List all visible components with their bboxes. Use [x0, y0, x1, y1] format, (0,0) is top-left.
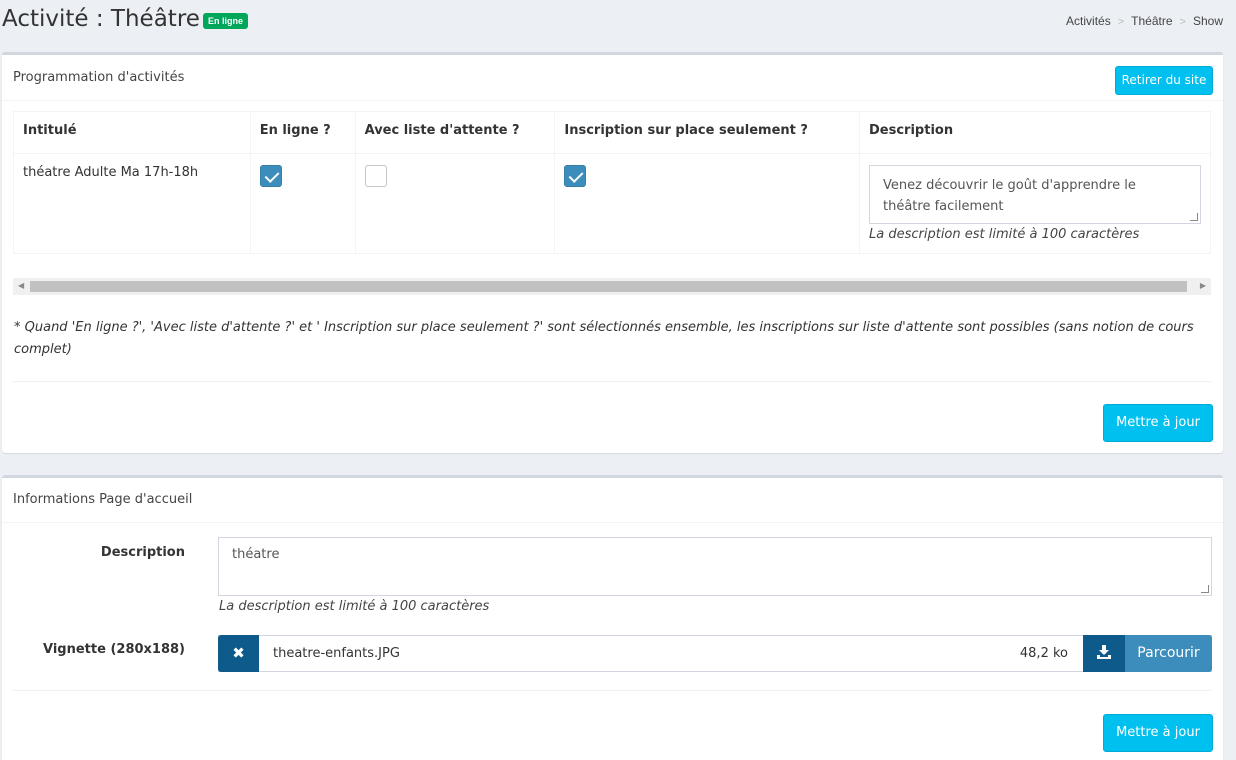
resize-handle-icon[interactable]	[1190, 213, 1198, 221]
resize-handle-icon[interactable]	[1201, 585, 1209, 593]
mettre-a-jour-accueil-button[interactable]: Mettre à jour	[1103, 714, 1213, 752]
retirer-du-site-button[interactable]: Retirer du site	[1115, 66, 1213, 95]
table-row: théatre Adulte Ma 17h-18h Venez découvri…	[13, 153, 1211, 254]
breadcrumb-theatre[interactable]: Théâtre	[1131, 14, 1172, 28]
scrollbar-thumb[interactable]	[30, 281, 1187, 292]
cell-sur-place	[554, 153, 860, 254]
vignette-label: Vignette (280x188)	[43, 642, 185, 657]
column-header-en-ligne: En ligne ?	[249, 111, 356, 154]
file-name: theatre-enfants.JPG	[273, 646, 400, 661]
parcourir-button[interactable]: Parcourir	[1125, 635, 1212, 672]
cell-en-ligne	[249, 153, 356, 254]
home-description-help: La description est limité à 100 caractèr…	[219, 599, 490, 614]
column-header-intitule: Intitulé	[13, 111, 251, 154]
cell-intitule: théatre Adulte Ma 17h-18h	[13, 153, 251, 254]
en-ligne-checkbox[interactable]	[259, 165, 282, 187]
breadcrumb-activites[interactable]: Activités	[1066, 14, 1111, 28]
file-input-group: ✖ theatre-enfants.JPG 48,2 ko Parcourir	[218, 635, 1212, 672]
form-divider	[13, 690, 1211, 691]
home-description-textarea[interactable]: théatre	[218, 537, 1212, 596]
box-header-divider	[2, 522, 1223, 523]
box-header-divider	[2, 100, 1223, 101]
sur-place-checkbox[interactable]	[564, 165, 587, 187]
accueil-box: Informations Page d'accueil Description …	[2, 475, 1223, 760]
breadcrumb: Activités > Théâtre > Show	[1066, 14, 1223, 28]
page-header: Activité : Théâtre En ligne Activités > Th…	[0, 0, 1236, 44]
form-divider	[13, 381, 1211, 382]
cell-description: Venez découvrir le goût d'apprendre le t…	[859, 153, 1211, 254]
selection-note: * Quand 'En ligne ?', 'Avec liste d'atte…	[14, 320, 1194, 357]
breadcrumb-separator: >	[1179, 16, 1186, 28]
mettre-a-jour-button[interactable]: Mettre à jour	[1103, 404, 1213, 442]
download-icon[interactable]	[1083, 635, 1126, 672]
description-text: Venez découvrir le goût d'apprendre le t…	[883, 178, 1136, 214]
column-header-liste-attente: Avec liste d'attente ?	[354, 111, 556, 154]
liste-attente-checkbox[interactable]	[364, 165, 387, 187]
description-help: La description est limité à 100 caractèr…	[869, 227, 1140, 242]
programmation-title: Programmation d'activités	[13, 70, 185, 85]
column-header-sur-place: Inscription sur place seulement ?	[554, 111, 860, 154]
cell-liste-attente	[354, 153, 556, 254]
horizontal-scrollbar[interactable]: ◀ ▶	[13, 278, 1211, 295]
programmation-table: Intitulé En ligne ? Avec liste d'attente…	[13, 111, 1211, 254]
breadcrumb-separator: >	[1117, 16, 1125, 28]
accueil-title: Informations Page d'accueil	[13, 492, 193, 507]
description-textarea[interactable]: Venez découvrir le goût d'apprendre le t…	[869, 165, 1201, 224]
column-header-description: Description	[859, 111, 1211, 154]
home-description-text: théatre	[232, 547, 280, 562]
status-badge: En ligne	[203, 13, 249, 29]
scroll-right-icon[interactable]: ▶	[1200, 281, 1206, 290]
remove-file-icon[interactable]: ✖	[218, 635, 259, 672]
page-title: Activité : Théâtre	[2, 6, 200, 32]
file-size: 48,2 ko	[1019, 646, 1068, 661]
breadcrumb-show: Show	[1192, 14, 1223, 28]
description-label: Description	[100, 545, 185, 560]
scroll-left-icon[interactable]: ◀	[18, 281, 24, 290]
table-header-row: Intitulé En ligne ? Avec liste d'attente…	[13, 111, 1211, 154]
programmation-box: Programmation d'activités Retirer du sit…	[2, 52, 1223, 453]
